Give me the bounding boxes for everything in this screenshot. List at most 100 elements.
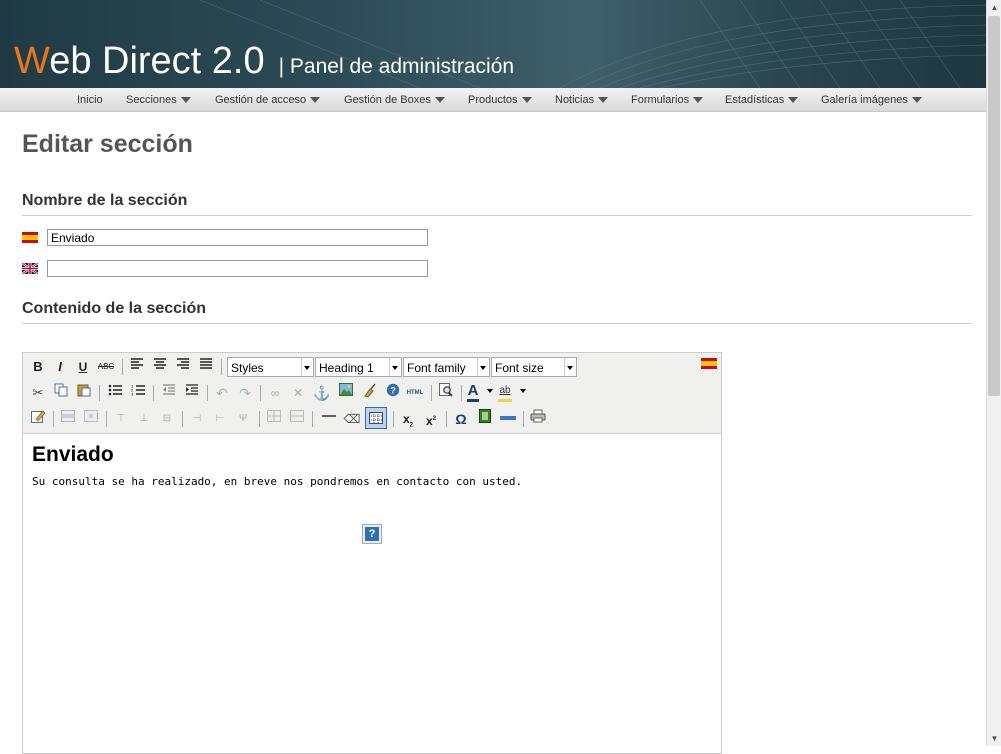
nav-item-gestion-acceso[interactable]: Gestión de acceso	[215, 94, 321, 106]
insert-row-before-icon[interactable]: ⊤	[111, 409, 131, 429]
vertical-scrollbar[interactable]: ▲ ▼	[986, 0, 1001, 746]
undo-icon[interactable]: ↶	[212, 383, 232, 403]
toolbar-separator	[259, 411, 260, 427]
font-family-select[interactable]: Font family	[403, 357, 490, 377]
insert-column-before-icon[interactable]: ⊣	[187, 409, 207, 429]
delete-column-icon[interactable]: Ψ	[233, 409, 253, 429]
bullet-list-icon[interactable]	[105, 383, 125, 403]
editor-content-area[interactable]: Enviado Su consulta se ha realizado, en …	[32, 443, 522, 488]
header-banner: Web Direct 2.0 | Panel de administración	[0, 0, 986, 88]
svg-text:3: 3	[131, 392, 134, 397]
nav-label: Estadísticas	[725, 94, 785, 106]
scroll-down-arrow-icon[interactable]: ▼	[987, 731, 1001, 746]
link-icon[interactable]: ∞	[265, 383, 285, 403]
nav-item-galeria[interactable]: Galería imágenes	[821, 94, 922, 106]
nav-item-secciones[interactable]: Secciones	[126, 94, 191, 106]
text-color-swatch	[467, 399, 479, 402]
chevron-down-icon	[693, 97, 704, 104]
special-char-icon[interactable]: Ω	[451, 409, 471, 429]
chevron-down-icon	[434, 97, 445, 104]
spain-flag-icon	[22, 232, 38, 243]
table-cell-props-icon[interactable]	[81, 409, 101, 429]
split-cells-icon[interactable]	[264, 409, 284, 429]
name-section-heading: Nombre de la sección	[22, 192, 188, 209]
outdent-icon[interactable]	[159, 383, 179, 403]
paste-icon[interactable]	[74, 383, 94, 403]
delete-row-icon[interactable]: ⊟	[157, 409, 177, 429]
strikethrough-icon[interactable]: ABC	[96, 357, 116, 377]
section-name-en-input[interactable]	[47, 260, 428, 277]
nav-item-gestion-boxes[interactable]: Gestión de Boxes	[344, 94, 445, 106]
spain-flag-icon[interactable]	[701, 358, 717, 369]
print-icon[interactable]	[528, 409, 548, 429]
underline-icon[interactable]: U	[73, 357, 93, 377]
cleanup-icon[interactable]	[360, 383, 380, 403]
bg-color-swatch	[498, 399, 512, 402]
anchor-icon[interactable]: ⚓	[312, 383, 332, 403]
scrollbar-thumb[interactable]	[988, 16, 1000, 396]
page-title: Editar sección	[22, 130, 193, 158]
advanced-hr-icon[interactable]	[498, 409, 518, 429]
copy-icon[interactable]	[51, 383, 71, 403]
brand-name: eb Direct 2.0	[49, 40, 265, 82]
text-color-icon[interactable]: A	[466, 381, 480, 401]
edit-document-icon[interactable]	[28, 409, 48, 429]
insert-row-after-icon[interactable]: ⊥	[134, 409, 154, 429]
insert-column-after-icon[interactable]: ⊢	[210, 409, 230, 429]
redo-icon[interactable]: ↷	[235, 383, 255, 403]
divider	[22, 215, 972, 216]
brand-subtitle: | Panel de administración	[278, 55, 515, 78]
chevron-down-icon[interactable]	[487, 389, 493, 393]
align-right-icon[interactable]	[173, 357, 193, 377]
chevron-down-icon[interactable]	[520, 389, 526, 393]
superscript-icon[interactable]: x2	[421, 409, 441, 429]
nav-item-productos[interactable]: Productos	[468, 94, 532, 106]
horizontal-rule-icon[interactable]	[319, 409, 339, 429]
nav-item-noticias[interactable]: Noticias	[555, 94, 609, 106]
content-heading[interactable]: Enviado	[32, 443, 522, 467]
merge-cells-icon[interactable]	[287, 409, 307, 429]
remove-format-icon[interactable]: ⌫	[342, 409, 362, 429]
styles-select[interactable]: Styles	[227, 357, 314, 377]
chevron-down-icon	[564, 358, 576, 376]
cut-icon[interactable]: ✂	[28, 383, 48, 403]
table-row-props-icon[interactable]	[58, 409, 78, 429]
font-size-select[interactable]: Font size	[491, 357, 577, 377]
nav-item-estadisticas[interactable]: Estadísticas	[725, 94, 799, 106]
content-paragraph[interactable]: Su consulta se ha realizado, en breve no…	[32, 475, 522, 488]
align-justify-icon[interactable]	[196, 357, 216, 377]
scroll-up-arrow-icon[interactable]: ▲	[987, 0, 1001, 15]
svg-text:?: ?	[390, 386, 396, 396]
chevron-down-icon	[389, 358, 401, 376]
toolbar-separator	[106, 411, 107, 427]
nav-item-inicio[interactable]: Inicio	[77, 94, 103, 106]
background-color-icon[interactable]: ab	[497, 381, 513, 401]
chevron-down-icon	[477, 358, 489, 376]
indent-icon[interactable]	[182, 383, 202, 403]
question-glyph: ?	[365, 527, 379, 541]
media-icon[interactable]	[475, 409, 495, 429]
subscript-icon[interactable]: x2	[398, 409, 418, 429]
unlink-icon[interactable]: ✕	[288, 383, 308, 403]
italic-icon[interactable]: I	[50, 357, 70, 377]
embedded-help-icon[interactable]: ?	[362, 524, 382, 544]
select-value: Heading 1	[319, 361, 374, 375]
visual-aid-icon[interactable]	[365, 407, 387, 429]
bold-icon[interactable]: B	[28, 357, 48, 377]
html-source-icon[interactable]: HTML	[405, 383, 425, 403]
align-center-icon[interactable]	[150, 357, 170, 377]
toolbar-separator	[182, 411, 183, 427]
align-left-icon[interactable]	[127, 357, 147, 377]
toolbar-separator	[461, 385, 462, 401]
nav-label: Productos	[468, 94, 518, 106]
numbered-list-icon[interactable]: 123	[128, 383, 148, 403]
find-replace-icon[interactable]	[436, 383, 456, 403]
nav-item-formularios[interactable]: Formularios	[631, 94, 704, 106]
help-icon[interactable]: ?	[383, 383, 403, 403]
nav-label: Formularios	[631, 94, 690, 106]
toolbar-separator	[53, 411, 54, 427]
format-select[interactable]: Heading 1	[315, 357, 402, 377]
image-icon[interactable]	[336, 383, 356, 403]
select-value: Font size	[495, 361, 544, 375]
section-name-es-input[interactable]	[47, 229, 428, 246]
